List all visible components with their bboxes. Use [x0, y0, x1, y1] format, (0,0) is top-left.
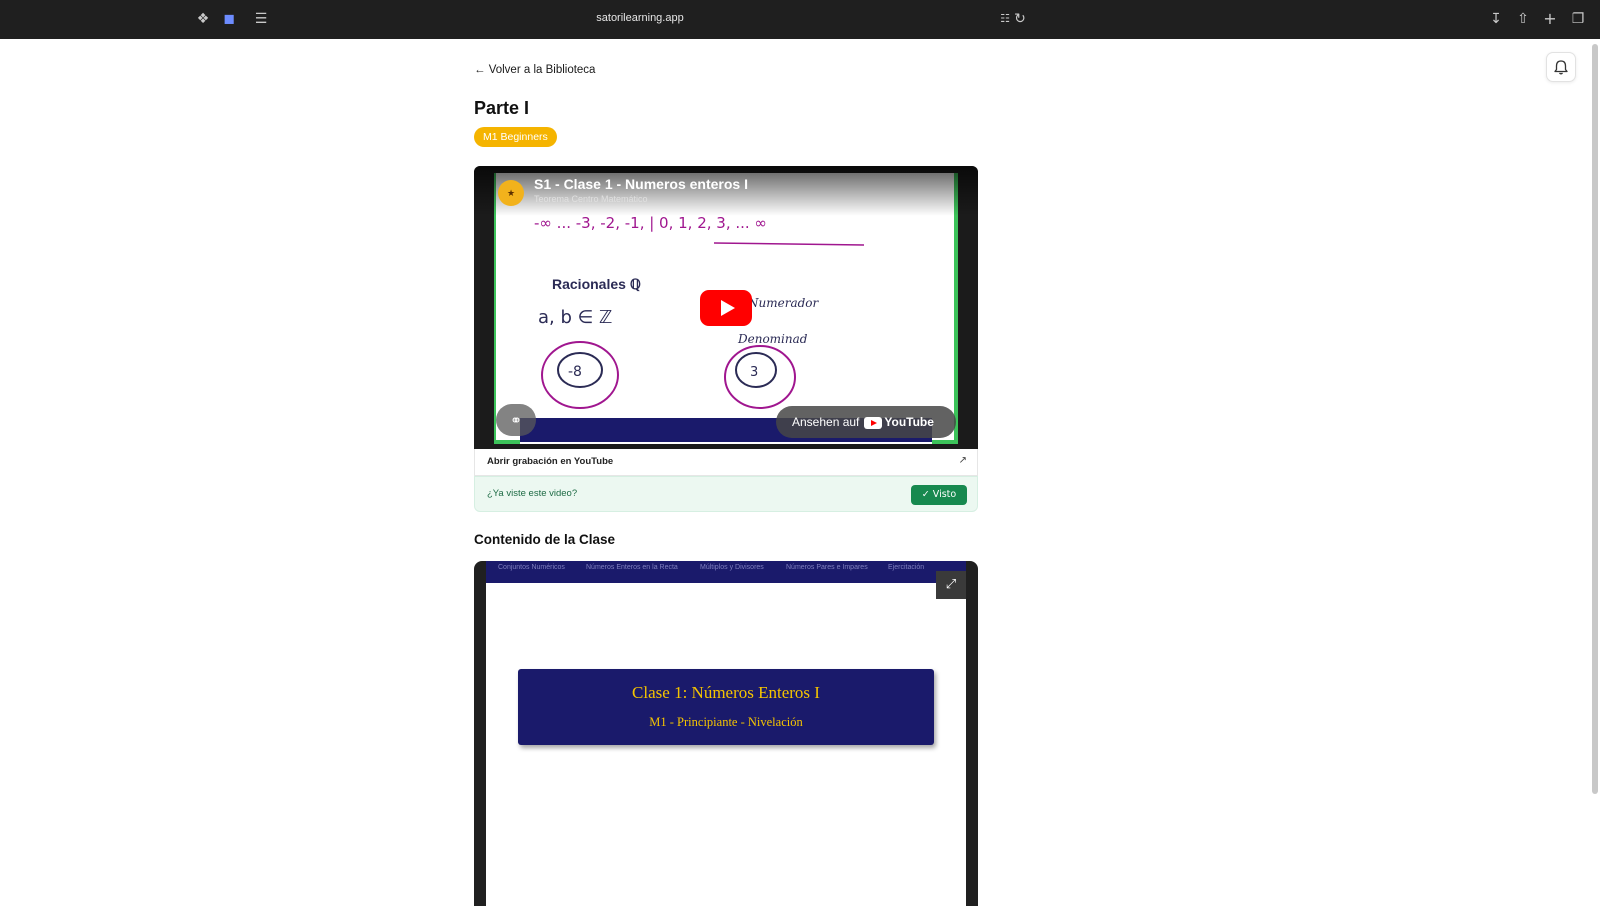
tabs-overview-icon[interactable]: ❐ [1569, 10, 1587, 28]
slide-nav-item[interactable]: Conjuntos Numéricos [498, 564, 565, 571]
slide-title-box: Clase 1: Números Enteros I M1 - Principi… [518, 669, 934, 745]
slide-nav-item[interactable]: Ejercitación [888, 564, 924, 571]
board-heading: Racionales ℚ [552, 276, 641, 292]
video-title[interactable]: S1 - Clase 1 - Numeros enteros I [534, 176, 748, 192]
board-denominator: Denominad [737, 332, 808, 346]
watch-on-label: Ansehen auf [792, 415, 860, 429]
board-set-expression: a, b ∈ ℤ [538, 307, 612, 328]
open-on-youtube-row[interactable]: Abrir grabación en YouTube ↗ [474, 449, 978, 476]
download-icon[interactable]: ↧ [1487, 10, 1505, 28]
slide-nav-item[interactable]: Números Enteros en la Recta [586, 564, 678, 571]
board-circle-left-value: -8 [568, 364, 582, 380]
channel-logo[interactable]: ★ [498, 180, 524, 206]
slide-title: Clase 1: Números Enteros I [632, 683, 820, 702]
copy-link-icon[interactable]: ⚭ [496, 404, 536, 436]
class-content-title: Contenido de la Clase [474, 532, 616, 547]
open-on-youtube-label: Abrir grabación en YouTube [487, 456, 614, 467]
play-button[interactable] [700, 290, 752, 326]
address-bar[interactable]: satorilearning.app [560, 12, 720, 24]
fullscreen-icon[interactable]: ⤢ [936, 571, 966, 599]
slide-nav-item[interactable]: Números Pares e Impares [786, 564, 868, 571]
watch-on-youtube-button[interactable]: Ansehen auf YouTube [776, 406, 956, 438]
slide-nav-item[interactable]: Múltiplos y Divisores [700, 564, 764, 571]
mark-watched-button[interactable]: ✓ Visto [911, 485, 967, 505]
bell-icon [1554, 60, 1568, 75]
board-circle-right-value: 3 [750, 365, 758, 380]
youtube-wordmark: YouTube [884, 415, 934, 429]
youtube-embed[interactable]: -∞ ... -3, -2, -1, | 0, 1, 2, 3, ... ∞ R… [474, 166, 978, 449]
notification-button[interactable] [1546, 52, 1576, 82]
watched-question: ¿Ya viste este video? [487, 488, 578, 499]
page-title: Parte I [474, 98, 530, 118]
level-badge: M1 Beginners [474, 127, 557, 147]
slide-subtitle: M1 - Principiante - Nivelación [649, 715, 803, 729]
slides-viewer[interactable]: Conjuntos Numéricos Números Enteros en l… [474, 561, 978, 906]
reload-icon[interactable]: ↻ [1011, 10, 1029, 28]
browser-toolbar: ❖ ◼ ☰ satorilearning.app ☷ ↻ ↧ ⇧ + ❐ [0, 0, 1600, 39]
video-channel[interactable]: Teorema Centro Matemático [534, 194, 648, 204]
page-scrollbar[interactable] [1592, 44, 1598, 794]
back-to-library-link[interactable]: ← Volver a la Biblioteca [474, 64, 595, 76]
new-tab-icon[interactable]: + [1541, 10, 1559, 28]
video-header: ★ S1 - Clase 1 - Numeros enteros I Teore… [474, 166, 978, 216]
share-icon[interactable]: ⇧ [1514, 10, 1532, 28]
external-link-icon: ↗ [958, 455, 967, 466]
slide-page: Clase 1: Números Enteros I M1 - Principi… [486, 583, 966, 906]
youtube-logo-icon [864, 416, 883, 429]
watched-prompt: ¿Ya viste este video? ✓ Visto [474, 476, 978, 512]
shield-icon[interactable]: ◼ [220, 10, 238, 28]
reader-icon[interactable]: ☰ [252, 10, 270, 28]
extension-icon[interactable]: ❖ [194, 10, 212, 28]
board-numerator: Numerador [747, 296, 820, 310]
board-number-line: -∞ ... -3, -2, -1, | 0, 1, 2, 3, ... ∞ [534, 214, 767, 232]
slide-nav-bar: Conjuntos Numéricos Números Enteros en l… [486, 561, 966, 583]
